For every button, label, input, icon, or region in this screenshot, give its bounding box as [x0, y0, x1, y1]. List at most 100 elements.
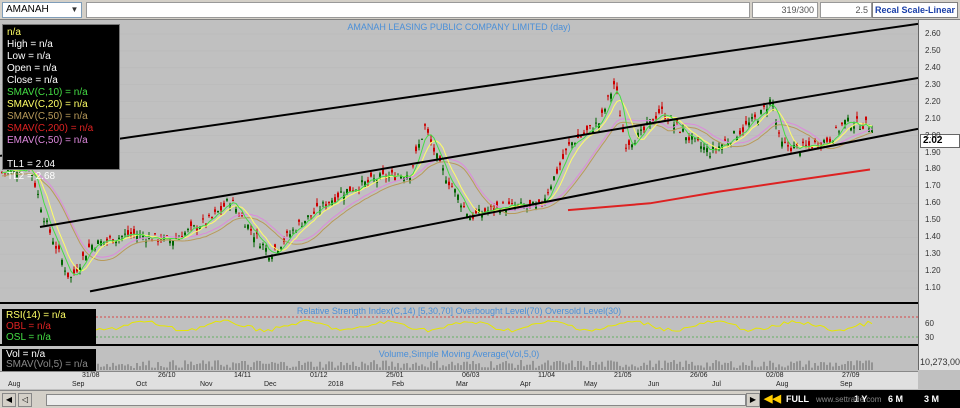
price-tick-label: 1.80 — [925, 164, 941, 174]
candle-body — [808, 141, 810, 146]
candle-body — [610, 93, 612, 99]
volume-title: Volume,Simple Moving Average(Vol,5,0) — [378, 349, 540, 359]
symbol-dropdown[interactable]: AMANAH ▼ — [2, 2, 82, 18]
smav-20-line — [1, 99, 873, 272]
month-tick-label: Oct — [136, 381, 147, 388]
period-3m-button[interactable]: 3 M — [924, 392, 939, 406]
candle-body — [751, 117, 753, 119]
recal-scale-button[interactable]: Recal Scale-Linear — [872, 2, 958, 18]
candle-body — [52, 241, 54, 245]
candle-body — [370, 172, 372, 177]
candle-body — [289, 234, 291, 237]
date-tick-label: 02/08 — [766, 372, 784, 379]
month-tick-label: Feb — [392, 381, 405, 388]
info-line: Low = n/a — [7, 51, 51, 62]
candle-body — [688, 137, 690, 141]
candle-body — [601, 109, 603, 113]
candle-body — [220, 206, 222, 211]
period-6m-button[interactable]: 6 M — [888, 392, 903, 406]
candle-body — [226, 199, 228, 201]
price-tick-label: 1.30 — [925, 249, 941, 259]
date-tick-label: 27/09 — [842, 372, 860, 379]
candle-body — [235, 208, 237, 213]
month-tick-label: Jul — [712, 381, 721, 388]
candle-body — [643, 126, 645, 131]
rsi-title: Relative Strength Index(C,14) [5,30,70] … — [296, 306, 622, 316]
candle-body — [658, 109, 660, 113]
price-tick-label: 2.60 — [925, 29, 941, 38]
scroll-thumb[interactable] — [46, 394, 746, 406]
candle-body — [268, 257, 270, 261]
toolbar: AMANAH ▼ 319/300 2.5 Recal Scale-Linear — [0, 0, 960, 20]
info-line: n/a — [7, 27, 21, 38]
candle-body — [133, 229, 135, 235]
price-chart[interactable] — [0, 20, 918, 304]
candle-body — [349, 186, 351, 192]
candle-body — [778, 132, 780, 134]
price-tick-label: 2.20 — [925, 96, 941, 106]
candle-body — [43, 221, 45, 223]
candle-body — [34, 182, 36, 187]
scroll-step-icon[interactable]: ◁ — [18, 393, 32, 407]
candle-body — [130, 231, 132, 235]
info-line: EMAV(C,50) = n/a — [7, 135, 88, 146]
price-tick-label: 2.50 — [925, 45, 941, 55]
scroll-right-icon[interactable]: ▶ — [746, 393, 760, 407]
candle-body — [838, 131, 840, 133]
candle-body — [391, 169, 393, 173]
candle-body — [433, 147, 435, 152]
candle-body — [550, 186, 552, 190]
candle-body — [580, 136, 582, 138]
date-tick-label: 11/04 — [538, 372, 555, 379]
month-tick-label: Sep — [72, 381, 85, 388]
candle-body — [217, 211, 219, 213]
chevron-down-icon[interactable]: ▼ — [68, 3, 81, 17]
watermark: www.settrade.com — [816, 395, 882, 404]
date-tick-label: 06/03 — [462, 372, 480, 379]
horizontal-scrollbar[interactable]: ◀ ◁ ▶ — [0, 390, 760, 408]
candle-body — [559, 162, 561, 166]
candle-body — [265, 248, 267, 252]
candle-body — [787, 145, 789, 147]
price-tick-label: 2.30 — [925, 79, 941, 89]
candle-body — [763, 105, 765, 107]
price-panel[interactable]: AMANAH LEASING PUBLIC COMPANY LIMITED (d… — [0, 20, 918, 304]
smav-200-line — [567, 168, 871, 212]
month-tick-label: May — [584, 381, 598, 388]
candle-body — [322, 202, 324, 204]
candle-body — [538, 199, 540, 203]
info-line: RSI(14) = n/a — [6, 310, 66, 321]
candle-body — [460, 205, 462, 208]
candle-body — [394, 177, 396, 181]
value-field: 2.5 — [820, 2, 872, 18]
month-tick-label: Apr — [520, 381, 531, 388]
rsi-info-box: RSI(14) = n/a OBL = n/a OSL = n/a — [2, 309, 96, 345]
scroll-left-icon[interactable]: ◀ — [2, 393, 16, 407]
candle-body — [193, 225, 195, 227]
candle-body — [328, 201, 330, 204]
rsi-panel[interactable]: Relative Strength Index(C,14) [5,30,70] … — [0, 306, 918, 346]
candle-body — [547, 192, 549, 194]
rsi-label-30: 30 — [925, 333, 934, 342]
period-full-button[interactable]: FULL — [786, 392, 809, 406]
candle-body — [223, 202, 225, 207]
candle-body — [232, 199, 234, 202]
candle-body — [571, 142, 573, 146]
price-tick-label: 1.70 — [925, 181, 941, 191]
candle-body — [259, 246, 261, 249]
volume-label: 10,273,00 — [920, 357, 960, 367]
candle-body — [91, 245, 93, 250]
rsi-line — [95, 319, 873, 333]
candle-body — [784, 141, 786, 143]
volume-panel[interactable]: Volume,Simple Moving Average(Vol,5,0) — [0, 348, 918, 370]
price-tick-label: 1.60 — [925, 198, 941, 208]
candle-body — [124, 233, 126, 235]
first-page-icon[interactable]: ◀◀ — [764, 392, 781, 406]
bar-counter: 319/300 — [752, 2, 818, 18]
candle-body — [340, 191, 342, 193]
candle-body — [454, 189, 456, 193]
price-tick-label: 2.00 — [925, 130, 941, 140]
candle-body — [568, 142, 570, 145]
candle-body — [442, 168, 444, 171]
info-line — [7, 147, 115, 159]
